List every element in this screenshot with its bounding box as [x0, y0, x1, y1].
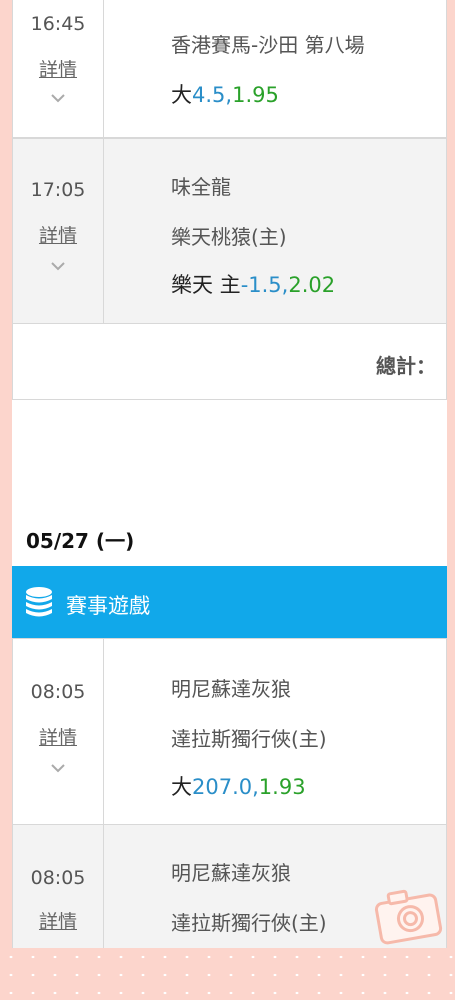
bet-handicap: -1.5, [240, 273, 289, 297]
away-team: 味全龍 [171, 175, 231, 199]
time-column: 08:05 詳情 [13, 825, 104, 948]
total-row: 總計： [12, 323, 447, 400]
chevron-down-icon[interactable] [49, 759, 67, 777]
bet-record-list: 16:45 詳情 香港賽馬-沙田 第八場 大4.5,1.95 17:05 詳情 … [12, 0, 447, 948]
match-time: 16:45 [30, 13, 86, 35]
time-column: 08:05 詳情 [13, 639, 104, 824]
match-time: 17:05 [30, 179, 86, 201]
detail-link[interactable]: 詳情 [13, 907, 103, 934]
detail-link[interactable]: 詳情 [13, 221, 103, 248]
bet-prefix: 大 [171, 83, 192, 107]
bet-odds: 1.95 [232, 83, 279, 107]
detail-link[interactable]: 詳情 [13, 55, 103, 82]
section-title: 賽事遊戲 [66, 594, 150, 618]
time-column: 16:45 詳情 [13, 0, 104, 137]
total-label: 總計： [376, 354, 436, 378]
match-time: 08:05 [30, 681, 86, 703]
bet-odds: 2.02 [288, 273, 336, 297]
date-header: 05/27 (一) [26, 529, 135, 553]
chevron-down-icon[interactable] [49, 257, 67, 275]
bet-handicap: 4.5, [192, 83, 233, 107]
home-team: 樂天桃猿(主) [171, 225, 287, 249]
away-team: 明尼蘇達灰狼 [171, 677, 291, 701]
bet-selection: 大207.0,1.93 [171, 771, 306, 801]
bet-odds: 1.93 [258, 775, 306, 799]
bet-prefix: 大 [171, 775, 192, 799]
bet-handicap: 207.0, [192, 775, 259, 799]
away-team: 明尼蘇達灰狼 [171, 861, 291, 885]
camera-icon [374, 889, 443, 945]
coin-stack-icon [26, 587, 52, 617]
bet-selection: 樂天 主-1.5,2.02 [171, 269, 335, 299]
chevron-down-icon[interactable] [49, 89, 67, 107]
detail-link[interactable]: 詳情 [13, 723, 103, 750]
bet-prefix: 樂天 主 [171, 273, 241, 297]
match-time: 08:05 [30, 867, 86, 889]
bet-selection: 大4.5,1.95 [171, 79, 279, 109]
home-team: 達拉斯獨行俠(主) [171, 911, 327, 935]
home-team: 達拉斯獨行俠(主) [171, 727, 327, 751]
bet-row: 17:05 詳情 味全龍 樂天桃猿(主) 樂天 主-1.5,2.02 [12, 138, 447, 324]
bet-row: 08:05 詳情 明尼蘇達灰狼 達拉斯獨行俠(主) 大207.0,1.93 [12, 638, 447, 825]
bet-row: 16:45 詳情 香港賽馬-沙田 第八場 大4.5,1.95 [12, 0, 447, 138]
time-column: 17:05 詳情 [13, 139, 104, 323]
match-name: 香港賽馬-沙田 第八場 [171, 33, 365, 57]
section-banner: 賽事遊戲 [12, 566, 447, 638]
decorative-footer [0, 948, 455, 1000]
